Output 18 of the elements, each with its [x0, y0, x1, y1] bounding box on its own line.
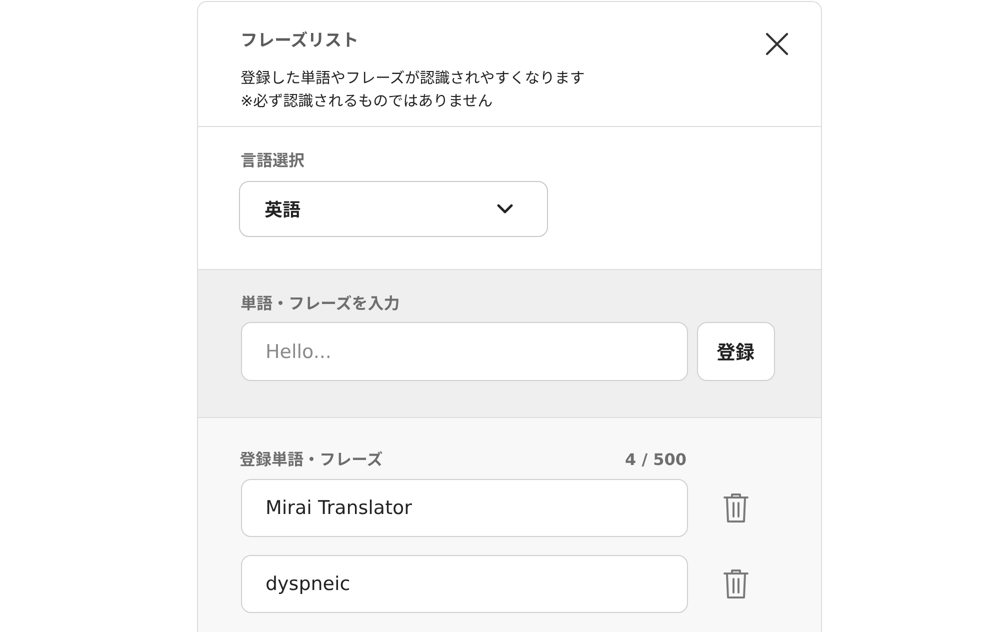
language-select[interactable]: 英語: [238, 181, 548, 237]
dialog-title: フレーズリスト: [240, 30, 360, 53]
delete-button[interactable]: [722, 568, 750, 600]
trash-icon: [722, 569, 748, 599]
language-label: 言語選択: [240, 150, 306, 172]
chevron-down-icon: [496, 204, 512, 214]
delete-button[interactable]: [722, 492, 750, 524]
phrase-field[interactable]: dyspneic: [240, 555, 688, 613]
register-button[interactable]: 登録: [696, 322, 774, 381]
registered-phrases-label: 登録単語・フレーズ: [240, 449, 383, 471]
phrase-input-label: 単語・フレーズを入力: [240, 293, 401, 315]
phrase-count: 4 / 500: [624, 449, 686, 471]
description-text: 登録した単語やフレーズが認識されやすくなります: [240, 68, 585, 89]
phrase-field[interactable]: Mirai Translator: [240, 479, 688, 537]
close-icon: [764, 32, 788, 56]
trash-icon: [722, 493, 748, 523]
phrase-input-field[interactable]: Hello...: [240, 322, 688, 381]
note-text: ※必ず認識されるものではありません: [240, 91, 494, 112]
